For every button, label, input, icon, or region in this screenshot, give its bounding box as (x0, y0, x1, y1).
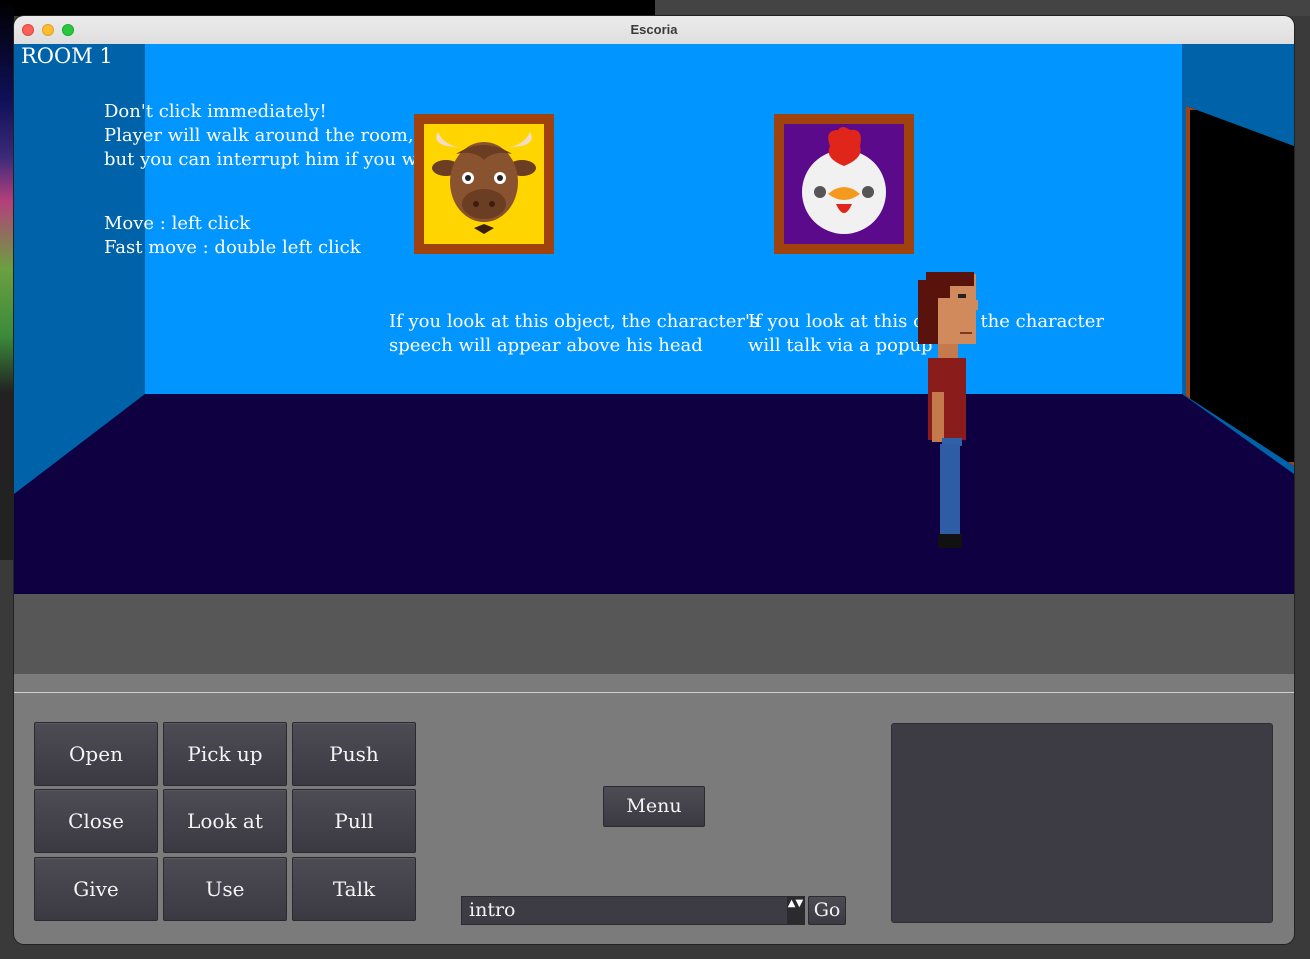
bull-icon (432, 132, 536, 234)
title-bar: Escoria (14, 16, 1294, 45)
intro-hint: Don't click immediately! Player will wal… (104, 100, 452, 172)
verb-pull-button[interactable]: Pull (292, 789, 416, 853)
verb-talk-button[interactable]: Talk (292, 857, 416, 921)
verb-open-button[interactable]: Open (34, 722, 158, 786)
room-label: ROOM 1 (21, 44, 113, 68)
chicken-picture[interactable] (774, 114, 914, 254)
dialog-area (14, 594, 1294, 674)
menu-button[interactable]: Menu (603, 786, 705, 827)
verb-push-button[interactable]: Push (292, 722, 416, 786)
bull-caption-line: speech will appear above his head (389, 335, 703, 356)
go-button[interactable]: Go (808, 896, 846, 925)
desktop-background (0, 0, 655, 16)
chicken-icon (802, 127, 886, 234)
verb-give-button[interactable]: Give (34, 857, 158, 921)
scene-select[interactable]: intro ▲▼ (461, 896, 805, 925)
controls-hint-line: Move : left click (104, 213, 251, 234)
hud-divider (14, 692, 1294, 693)
desktop-wallpaper (0, 0, 14, 560)
bull-picture[interactable] (414, 114, 554, 254)
verb-pick-up-button[interactable]: Pick up (163, 722, 287, 786)
exit-door[interactable] (1186, 106, 1294, 466)
select-arrows-icon: ▲▼ (787, 897, 804, 924)
player-character[interactable] (914, 272, 984, 552)
controls-hint-line: Fast move : double left click (104, 237, 361, 258)
inventory-panel[interactable] (891, 723, 1273, 923)
window-title: Escoria (630, 22, 678, 37)
intro-hint-line: Player will walk around the room, (104, 125, 414, 146)
verb-use-button[interactable]: Use (163, 857, 287, 921)
app-window: Escoria ROOM 1 Don't click immediately! … (14, 16, 1294, 944)
desktop-background-right (655, 0, 1310, 16)
scene-select-value: intro (469, 899, 516, 921)
game-scene[interactable]: ROOM 1 Don't click immediately! Player w… (14, 44, 1294, 594)
verb-close-button[interactable]: Close (34, 789, 158, 853)
bull-caption: If you look at this object, the characte… (389, 310, 759, 358)
bull-caption-line: If you look at this object, the characte… (389, 311, 760, 332)
intro-hint-line: but you can interrupt him if you want. (104, 149, 453, 170)
verb-look-at-button[interactable]: Look at (163, 789, 287, 853)
controls-hint: Move : left click Fast move : double lef… (104, 212, 361, 260)
intro-hint-line: Don't click immediately! (104, 101, 327, 122)
